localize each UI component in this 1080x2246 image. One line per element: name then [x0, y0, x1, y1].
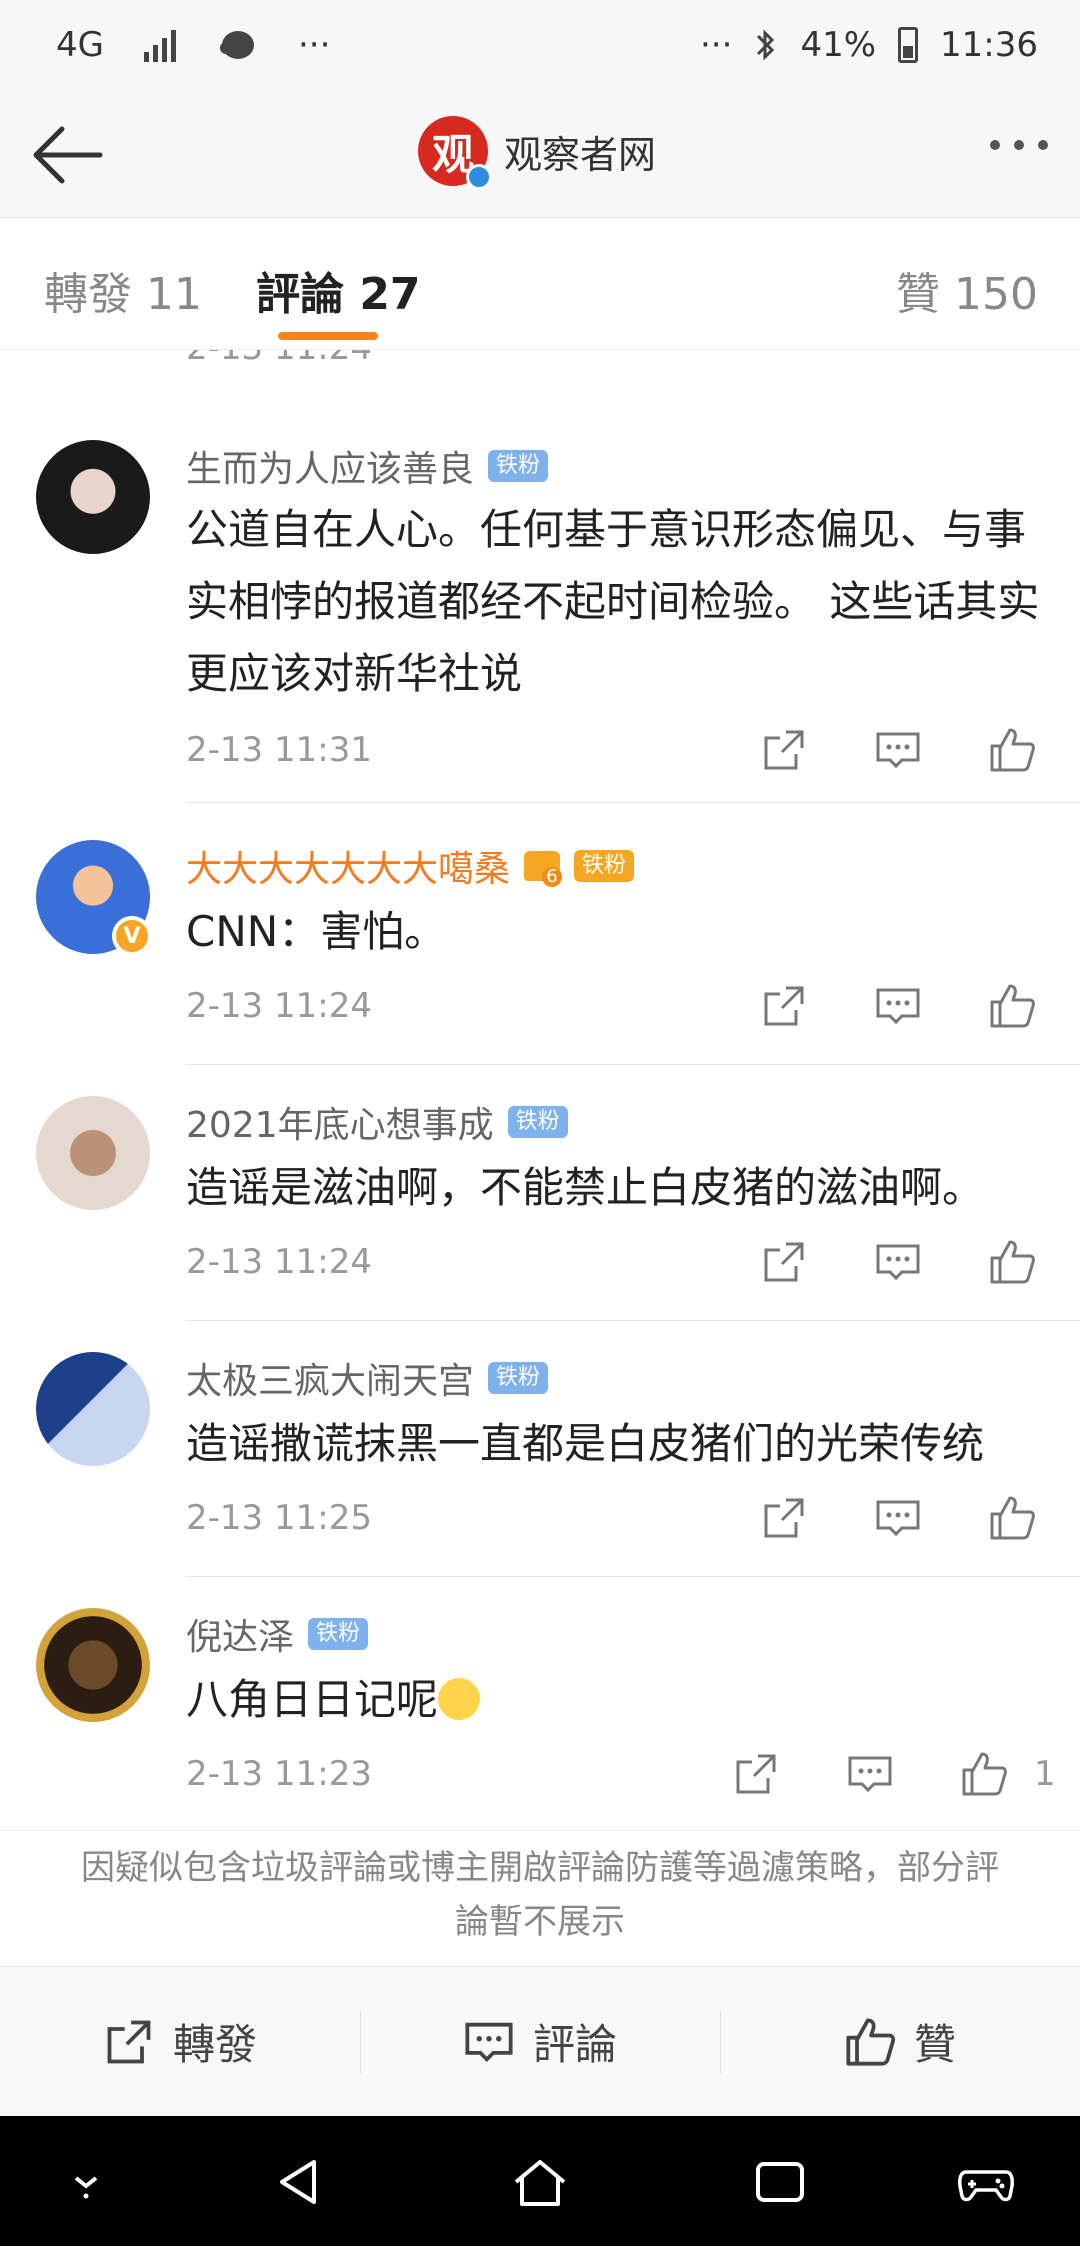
share-icon[interactable] [760, 982, 808, 1030]
repost-label: 轉發 [172, 2020, 257, 2069]
comment-label: 評論 [532, 2020, 617, 2069]
like-icon[interactable] [988, 726, 1036, 774]
user-avatar[interactable] [36, 1608, 150, 1722]
comment-divider [186, 802, 1080, 803]
comment-time: 2-13 11:31 [186, 730, 372, 770]
user-avatar[interactable]: V [36, 840, 152, 956]
comment-text-body: 八角日日记呢 [186, 1675, 439, 1724]
comment-icon[interactable] [874, 1238, 922, 1286]
chevron-down-icon[interactable] [56, 2152, 116, 2212]
system-navigation-bar [0, 2116, 1080, 2246]
home-icon[interactable] [510, 2152, 570, 2212]
user-avatar[interactable] [36, 1352, 150, 1466]
comment-text: 造谣撒谎抹黑一直都是白皮猪们的光荣传统 [186, 1419, 985, 1468]
fan-badge: 铁粉 [488, 450, 549, 482]
status-more-dots: ··· [297, 25, 331, 65]
battery-icon [898, 27, 919, 63]
comment-text: 造谣是滋油啊，不能禁止白皮猪的滋油啊。 [186, 1163, 985, 1212]
comment-time: 2-13 11:24 [186, 1242, 372, 1282]
comment-icon [465, 2022, 513, 2062]
partial-comment-row: 2-13 11:24 [0, 350, 1080, 374]
account-header[interactable]: 观 观察者网 [418, 116, 657, 190]
bluetooth-icon [757, 29, 775, 61]
like-count: 1 [1034, 1754, 1056, 1794]
bottom-action-bar: 轉發 評論 贊 [0, 1966, 1080, 2116]
status-dots: ··· [700, 25, 733, 65]
fan-badge: 铁粉 [507, 1106, 568, 1138]
like-button[interactable]: 贊 [720, 1967, 1080, 2116]
signal-icon [143, 28, 176, 62]
comment-time: 2-13 11:25 [186, 1498, 372, 1538]
like-icon[interactable] [988, 1238, 1036, 1286]
comment-divider [186, 1064, 1080, 1065]
comment-icon[interactable] [874, 1494, 922, 1542]
verified-icon [466, 164, 492, 190]
user-avatar[interactable] [36, 1096, 150, 1210]
comment-username[interactable]: 太极三疯大闹天宫 [186, 1352, 474, 1404]
comment-time: 2-13 11:24 [186, 350, 372, 368]
back-arrow-icon[interactable] [28, 120, 108, 190]
share-icon[interactable] [760, 1494, 808, 1542]
tab-bar: 轉發 11 評論 27 贊 150 [0, 218, 1080, 350]
account-avatar[interactable]: 观 [418, 116, 492, 190]
comment-time: 2-13 11:23 [186, 1754, 372, 1794]
fan-badge: 铁粉 [488, 1362, 549, 1394]
like-icon[interactable] [960, 1750, 1008, 1798]
fan-badge: 铁粉 [308, 1618, 369, 1650]
like-icon [846, 2017, 896, 2066]
like-label: 贊 [913, 2020, 956, 2069]
battery-percent: 41% [800, 25, 877, 65]
comment-icon[interactable] [874, 726, 922, 774]
comment-item[interactable]: V 大大大大大大大噶桑 铁粉 CNN：害怕。 2-13 11:24 [0, 810, 1080, 1066]
filter-notice: 因疑似包含垃圾評論或博主開啟評論防護等過濾策略，部分評論暫不展示 [0, 1830, 1080, 1966]
game-controller-icon[interactable] [956, 2152, 1016, 2212]
vip-crown-icon [524, 851, 563, 887]
comment-button[interactable]: 評論 [360, 1967, 720, 2116]
comment-username[interactable]: 倪达泽 [186, 1608, 294, 1660]
verified-v-icon: V [112, 916, 152, 956]
repost-button[interactable]: 轉發 [0, 1967, 360, 2116]
page-title: 观察者网 [504, 132, 657, 177]
tab-likes[interactable]: 贊 150 [896, 258, 1038, 322]
smile-emoji-icon [438, 1678, 481, 1720]
comment-username[interactable]: 大大大大大大大噶桑 [186, 840, 510, 892]
like-icon[interactable] [988, 982, 1036, 1030]
comment-text: 公道自在人心。任何基于意识形态偏见、与事实相悖的报道都经不起时间检验。 这些话其… [186, 505, 1040, 698]
share-icon[interactable] [760, 726, 808, 774]
network-type: 4G [56, 25, 104, 65]
comment-item[interactable]: 太极三疯大闹天宫 铁粉 造谣撒谎抹黑一直都是白皮猪们的光荣传统 2-13 11:… [0, 1322, 1080, 1578]
comment-item[interactable]: 倪达泽 铁粉 八角日日记呢 2-13 11:23 1 [0, 1578, 1080, 1830]
share-icon[interactable] [760, 1238, 808, 1286]
comment-text: CNN：害怕。 [186, 907, 447, 956]
comment-divider [186, 1320, 1080, 1321]
top-navigation: 观 观察者网 [0, 90, 1080, 218]
back-triangle-icon[interactable] [270, 2152, 330, 2212]
clock: 11:36 [940, 25, 1038, 65]
comment-icon[interactable] [874, 982, 922, 1030]
comment-username[interactable]: 2021年底心想事成 [186, 1096, 494, 1148]
comment-text: 八角日日记呢 [186, 1664, 1046, 1736]
recent-apps-icon[interactable] [750, 2152, 810, 2212]
comment-item[interactable]: 2021年底心想事成 铁粉 造谣是滋油啊，不能禁止白皮猪的滋油啊。 2-13 1… [0, 1066, 1080, 1322]
comment-time: 2-13 11:24 [186, 986, 372, 1026]
more-options-icon[interactable] [990, 140, 1048, 150]
tab-comments[interactable]: 評論 27 [256, 258, 421, 322]
share-icon [107, 2020, 151, 2063]
comment-divider [186, 1576, 1080, 1577]
comment-item[interactable]: 生而为人应该善良 铁粉 公道自在人心。任何基于意识形态偏见、与事实相悖的报道都经… [0, 430, 1080, 810]
comment-username[interactable]: 生而为人应该善良 [186, 440, 474, 492]
like-icon[interactable] [988, 1494, 1036, 1542]
tab-repost[interactable]: 轉發 11 [44, 258, 202, 322]
notification-app-icon [219, 31, 254, 59]
user-avatar[interactable] [36, 440, 150, 554]
share-icon[interactable] [732, 1750, 780, 1798]
fan-badge: 铁粉 [574, 850, 635, 882]
status-bar: 4G ··· ··· 41% 11:36 [0, 0, 1080, 90]
active-tab-indicator [278, 332, 378, 340]
comment-icon[interactable] [846, 1750, 894, 1798]
